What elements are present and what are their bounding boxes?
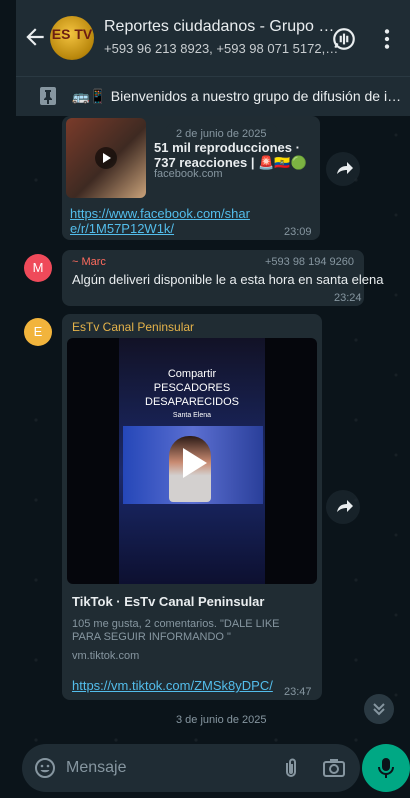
sender-phone: +593 98 194 9260	[264, 256, 354, 268]
double-chevron-down-icon	[373, 703, 385, 716]
voice-message-button[interactable]	[362, 744, 410, 792]
camera-icon[interactable]	[322, 757, 346, 779]
message-input[interactable]: Mensaje	[66, 759, 126, 777]
group-avatar[interactable]: ES TV	[50, 16, 94, 60]
sender-name[interactable]: EsTv Canal Peninsular	[72, 320, 194, 334]
avatar[interactable]: M	[24, 254, 52, 282]
more-options-icon[interactable]	[374, 26, 400, 52]
message-text: Algún deliveri disponible le a esta hora…	[72, 272, 384, 287]
pinned-message-bar[interactable]: 🚌📱 Bienvenidos a nuestro grupo de difusi…	[16, 76, 410, 116]
pinned-text-content: Bienvenidos a nuestro grupo de difusión …	[110, 88, 407, 104]
video-caption: Santa Elena	[172, 412, 212, 419]
video-caption: Compartir	[167, 368, 217, 380]
forward-icon	[337, 500, 353, 512]
link-preview-description: 105 me gusta, 2 comentarios. "DALE LIKE …	[72, 618, 280, 643]
group-title[interactable]: Reportes ciudadanos - Grupo Oficial	[104, 18, 344, 36]
message-bubble[interactable]: 2 de junio de 2025 51 mil reproducciones…	[62, 116, 320, 240]
play-icon	[103, 153, 111, 163]
message-time: 23:24	[334, 292, 362, 304]
microphone-icon	[378, 758, 394, 778]
message-link[interactable]: https://www.facebook.com/share/r/1M57P12…	[70, 206, 260, 236]
sender-name[interactable]: ~ Marc	[72, 256, 106, 268]
forward-button[interactable]	[326, 152, 360, 186]
avatar[interactable]: E	[24, 318, 52, 346]
message-composer[interactable]: Mensaje	[22, 744, 360, 792]
scroll-to-bottom-button[interactable]	[364, 694, 394, 724]
chat-header: ES TV Reportes ciudadanos - Grupo Oficia…	[16, 0, 410, 76]
pinned-emoji: 🚌📱	[72, 88, 111, 104]
video-caption: DESAPARECIDOS	[145, 396, 239, 408]
link-preview-title: TikTok · EsTv Canal Peninsular	[72, 594, 265, 609]
message-time: 23:09	[284, 226, 312, 238]
video-caption: PESCADORES	[153, 382, 231, 394]
emoji-icon[interactable]	[34, 757, 56, 779]
play-icon[interactable]	[171, 442, 213, 484]
link-preview-thumbnail[interactable]	[66, 118, 146, 198]
play-button[interactable]	[95, 147, 117, 169]
chat-screen: ES TV Reportes ciudadanos - Grupo Oficia…	[16, 0, 410, 798]
forward-icon	[337, 162, 353, 174]
video-preview[interactable]: Compartir PESCADORES DESAPARECIDOS Santa…	[67, 338, 317, 584]
group-avatar-text: ES TV	[51, 26, 93, 42]
link-preview-domain: vm.tiktok.com	[72, 650, 140, 662]
back-arrow-icon[interactable]	[22, 24, 48, 50]
message-time: 23:47	[284, 686, 312, 698]
group-members[interactable]: +593 96 213 8923, +593 98 071 5172, ...	[104, 41, 339, 56]
forward-button[interactable]	[326, 490, 360, 524]
attach-icon[interactable]	[280, 757, 302, 779]
date-separator: 3 de junio de 2025	[176, 714, 267, 726]
message-bubble[interactable]: ~ Marc +593 98 194 9260 Algún deliveri d…	[62, 250, 384, 306]
voice-chat-icon[interactable]	[331, 26, 357, 52]
pinned-message-text: 🚌📱 Bienvenidos a nuestro grupo de difusi…	[72, 88, 407, 105]
message-bubble[interactable]: EsTv Canal Peninsular Compartir PESCADOR…	[62, 314, 322, 700]
pin-icon	[40, 87, 56, 105]
link-preview-domain: facebook.com	[154, 168, 223, 180]
message-link[interactable]: https://vm.tiktok.com/ZMSk8yDPC/	[72, 678, 273, 693]
